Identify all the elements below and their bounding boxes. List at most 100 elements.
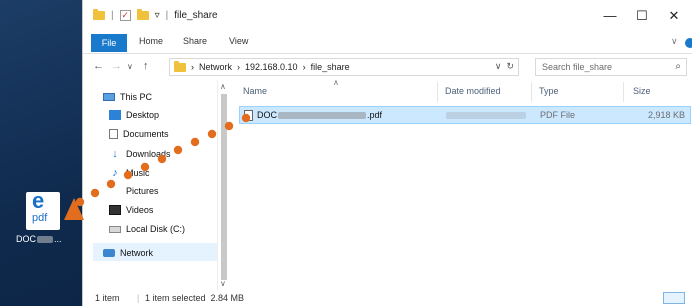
breadcrumb-network[interactable]: Network: [199, 62, 232, 72]
redacted-date: [446, 112, 526, 120]
pdf-file-icon: [244, 110, 253, 122]
tab-file[interactable]: File: [91, 34, 127, 52]
column-size[interactable]: Size: [633, 86, 651, 96]
column-type[interactable]: Type: [539, 86, 559, 96]
folder-icon: [174, 60, 186, 72]
desktop-file-label-suffix: ...: [54, 234, 62, 244]
nav-item-network[interactable]: Network: [103, 248, 153, 258]
tab-share[interactable]: Share: [183, 36, 207, 46]
quick-access-toolbar: | ✓ ▿ | file_share: [93, 9, 218, 21]
column-divider[interactable]: [437, 82, 438, 102]
pictures-icon: [109, 186, 121, 196]
recent-locations-button[interactable]: ∨: [127, 62, 133, 71]
table-row[interactable]: DOC .pdf PDF File 2,918 KB: [239, 106, 691, 124]
nav-item-label: Downloads: [126, 149, 171, 159]
breadcrumb-separator: ›: [237, 62, 241, 72]
network-icon: [103, 249, 115, 257]
desktop-folder-icon: [109, 110, 121, 120]
nav-item-local-disk[interactable]: Local Disk (C:): [109, 224, 185, 234]
status-bar: 1 item | 1 item selected 2.84 MB: [83, 290, 692, 306]
breadcrumb-separator: ›: [191, 62, 194, 72]
nav-item-label: Local Disk (C:): [126, 224, 186, 234]
file-name-suffix: .pdf: [367, 110, 383, 120]
column-divider[interactable]: [531, 82, 532, 102]
nav-item-documents[interactable]: Documents: [109, 129, 169, 139]
window-title: file_share: [174, 10, 218, 21]
search-input[interactable]: Search file_share ⌕: [535, 58, 687, 76]
ribbon-tabs: File Home Share View ∨: [83, 32, 692, 54]
scroll-down-icon[interactable]: ∨: [220, 279, 226, 288]
pc-icon: [103, 93, 115, 101]
nav-item-downloads[interactable]: ↓ Downloads: [109, 148, 171, 160]
navigation-pane: This PC Desktop Documents ↓ Downloads ♪ …: [83, 80, 229, 290]
maximize-button[interactable]: ☐: [627, 8, 657, 24]
address-dropdown-icon[interactable]: ∨: [495, 61, 502, 71]
address-row: ← → ∨ ↑ › Network › 192.168.0.10 › file_…: [83, 56, 692, 78]
nav-item-label: Documents: [123, 129, 169, 139]
nav-item-this-pc[interactable]: This PC: [103, 92, 152, 102]
column-name[interactable]: Name: [243, 86, 267, 96]
forward-button[interactable]: →: [111, 60, 122, 72]
nav-item-label: This PC: [120, 92, 153, 102]
status-selection: 1 item selected 2.84 MB: [145, 293, 245, 303]
nav-item-label: Videos: [126, 205, 154, 215]
column-date-modified[interactable]: Date modified: [445, 86, 501, 96]
file-name-prefix: DOC: [257, 110, 277, 120]
tab-view[interactable]: View: [229, 36, 248, 46]
breadcrumb-folder[interactable]: file_share: [311, 62, 350, 72]
sort-ascending-icon: ∧: [333, 78, 339, 87]
breadcrumb-separator: ›: [302, 62, 306, 72]
address-bar[interactable]: › Network › 192.168.0.10 › file_share ∨ …: [169, 58, 519, 76]
tab-home[interactable]: Home: [139, 36, 163, 46]
documents-icon: [109, 129, 118, 139]
local-disk-icon: [109, 225, 121, 233]
nav-item-label: Music: [126, 168, 150, 178]
nav-item-label: Pictures: [126, 186, 159, 196]
expand-ribbon-icon[interactable]: ∨: [671, 36, 678, 47]
title-bar: | ✓ ▿ | file_share — ☐ ✕: [83, 0, 692, 32]
file-type: PDF File: [540, 110, 576, 120]
nav-item-pictures[interactable]: Pictures: [109, 186, 159, 196]
file-size: 2,918 KB: [648, 110, 686, 120]
status-separator: |: [137, 293, 140, 303]
file-name: DOC .pdf: [244, 110, 383, 122]
help-icon[interactable]: [685, 38, 692, 48]
downloads-icon: ↓: [112, 148, 118, 160]
pdf-file-icon: e pdf: [26, 188, 60, 230]
search-placeholder: Search file_share: [542, 62, 613, 72]
scroll-thumb[interactable]: [221, 94, 227, 280]
pdf-text: pdf: [32, 212, 48, 224]
search-icon: ⌕: [675, 61, 681, 72]
nav-item-music[interactable]: ♪ Music: [109, 167, 150, 179]
nav-item-label: Desktop: [126, 110, 160, 120]
nav-item-videos[interactable]: Videos: [109, 205, 153, 215]
up-button[interactable]: ↑: [143, 60, 149, 72]
pdf-glyph: e: [32, 188, 45, 213]
desktop-file-label: DOC...: [16, 234, 62, 244]
videos-icon: [109, 205, 121, 215]
file-list: ∧ Name Date modified Type Size DOC .pdf P…: [233, 78, 692, 290]
close-button[interactable]: ✕: [659, 8, 689, 24]
address-actions: ∨ ↻: [495, 61, 514, 72]
nav-scrollbar[interactable]: ∧ ∨: [217, 80, 229, 290]
refresh-icon[interactable]: ↻: [506, 61, 514, 71]
redacted-text: [278, 112, 366, 120]
music-icon: ♪: [112, 167, 118, 179]
minimize-button[interactable]: —: [595, 8, 625, 23]
date-modified: [446, 110, 526, 120]
qat-dropdown-icon[interactable]: ▿: [155, 10, 160, 21]
qat-separator: |: [111, 10, 114, 21]
back-button[interactable]: ←: [93, 60, 104, 72]
file-explorer-window: | ✓ ▿ | file_share — ☐ ✕ File Home Share…: [82, 0, 692, 306]
status-item-count: 1 item: [95, 293, 120, 303]
desktop-file-label-prefix: DOC: [16, 234, 36, 244]
scroll-up-icon[interactable]: ∧: [220, 82, 226, 91]
folder-icon: [93, 9, 105, 20]
details-view-button[interactable]: [663, 292, 685, 304]
new-folder-icon[interactable]: [136, 9, 149, 20]
breadcrumb-host[interactable]: 192.168.0.10: [245, 62, 298, 72]
column-divider[interactable]: [623, 82, 624, 102]
properties-check-icon[interactable]: ✓: [119, 10, 131, 21]
nav-item-label: Network: [120, 248, 154, 258]
nav-item-desktop[interactable]: Desktop: [109, 110, 159, 120]
